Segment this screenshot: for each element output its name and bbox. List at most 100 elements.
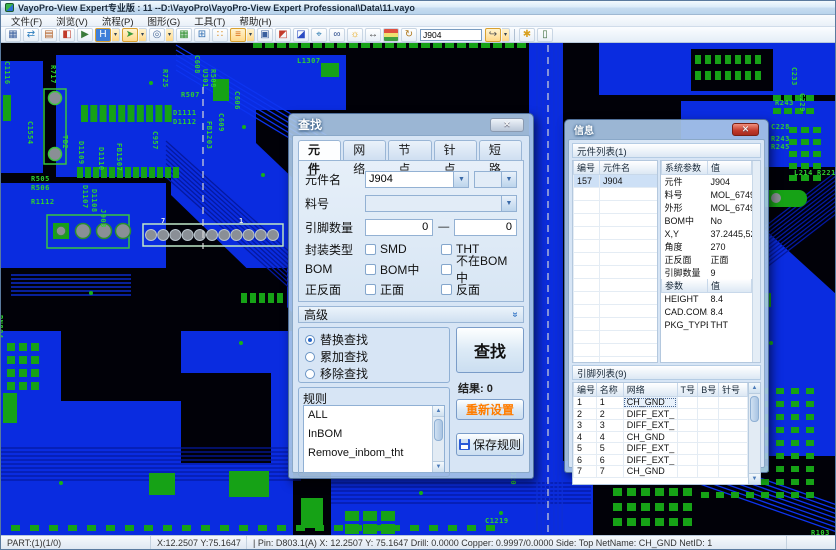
export-icon[interactable]: ⇄: [23, 28, 39, 42]
chevron-down-icon[interactable]: ▼: [501, 196, 516, 211]
front-checkbox[interactable]: [365, 284, 376, 295]
find-dialog-titlebar[interactable]: 查找 ✕: [292, 114, 530, 135]
bottom-side-icon[interactable]: ◪: [293, 28, 309, 42]
image-icon[interactable]: ◧: [59, 28, 75, 42]
double-chevron-icon[interactable]: »: [510, 312, 521, 318]
rule-item[interactable]: InBOM: [304, 425, 431, 444]
menu-process[interactable]: 流程(P): [95, 14, 141, 28]
layers-icon[interactable]: ≡: [230, 28, 246, 42]
origin-icon[interactable]: ⌖: [311, 28, 327, 42]
in-bom-checkbox[interactable]: [365, 264, 376, 275]
chevron-down-icon[interactable]: ▾: [112, 28, 120, 42]
back-checkbox[interactable]: [441, 284, 452, 295]
tab-net[interactable]: 网络: [343, 140, 386, 160]
not-in-bom-checkbox[interactable]: [441, 264, 452, 275]
table-row[interactable]: 55DIFF_EXT_: [574, 443, 748, 455]
column-header[interactable]: 元件名: [600, 161, 658, 175]
menu-tools[interactable]: 工具(T): [187, 14, 232, 28]
radio-accumulate[interactable]: [305, 352, 315, 362]
scroll-thumb[interactable]: [750, 396, 759, 422]
doc-icon[interactable]: ▯: [537, 28, 553, 42]
advanced-expander[interactable]: 高级 »: [298, 306, 524, 323]
chevron-down-icon[interactable]: ▾: [247, 28, 255, 42]
tab-short[interactable]: 短路: [479, 140, 522, 160]
chevron-down-icon[interactable]: ▾: [166, 28, 174, 42]
part-number-combo[interactable]: ▼: [365, 195, 517, 212]
pin-count-max-input[interactable]: 0: [454, 219, 517, 236]
table-row[interactable]: 元件J904: [662, 175, 752, 189]
table-row[interactable]: CAD.COM...8.4: [662, 306, 752, 319]
table-row[interactable]: PKG_TYPETHT: [662, 319, 752, 332]
mode-remove[interactable]: 移除查找: [305, 365, 443, 382]
layer-h-button[interactable]: H: [95, 28, 111, 42]
close-icon[interactable]: ✕: [490, 118, 524, 132]
table-row[interactable]: 引脚数量9: [662, 266, 752, 279]
table-row[interactable]: 外形MOL_67491-0017: [662, 201, 752, 214]
scroll-thumb[interactable]: [434, 419, 443, 441]
props-scrollbar[interactable]: [752, 161, 760, 362]
radio-replace[interactable]: [305, 335, 315, 345]
align-icon[interactable]: ⊞: [194, 28, 210, 42]
tab-node[interactable]: 节点: [388, 140, 431, 160]
film-icon[interactable]: ▶: [77, 28, 93, 42]
layer-colors-icon[interactable]: ▤: [383, 28, 399, 42]
column-header[interactable]: 名称: [596, 383, 623, 397]
table-row[interactable]: 33DIFF_EXT_: [574, 420, 748, 432]
table-row[interactable]: 157J904: [574, 175, 658, 188]
mode-replace[interactable]: 替换查找: [305, 331, 443, 348]
pin-scrollbar[interactable]: ▲ ▼: [748, 383, 760, 484]
menu-file[interactable]: 文件(F): [4, 14, 49, 28]
refresh-icon[interactable]: ↻: [401, 28, 417, 42]
table-row[interactable]: X,Y37.2445,52.9206: [662, 227, 752, 240]
menu-help[interactable]: 帮助(H): [232, 14, 278, 28]
top-side-icon[interactable]: ◩: [275, 28, 291, 42]
table-row[interactable]: 料号MOL_67491-0017: [662, 188, 752, 201]
column-header[interactable]: 编号: [574, 383, 597, 397]
chevron-down-icon[interactable]: ▾: [139, 28, 147, 42]
component-name-suffix-combo[interactable]: ▼: [474, 171, 517, 188]
table-row[interactable]: 66DIFF_EXT_: [574, 454, 748, 466]
binoculars-icon[interactable]: ∞: [329, 28, 345, 42]
rule-item[interactable]: Remove_inbom_tht: [304, 444, 431, 463]
column-header[interactable]: 参数: [662, 279, 708, 293]
smd-checkbox[interactable]: [365, 244, 376, 255]
table-row[interactable]: BOM中No: [662, 214, 752, 227]
column-header[interactable]: B号: [698, 383, 719, 397]
column-header[interactable]: 系统参数: [662, 161, 708, 175]
info-dialog-titlebar[interactable]: 信息 ✕: [568, 120, 765, 139]
table-row[interactable]: 正反面正面: [662, 253, 752, 266]
close-icon[interactable]: ✕: [732, 123, 759, 136]
tab-pin[interactable]: 针点: [434, 140, 477, 160]
table-row[interactable]: 11CH_GND: [574, 397, 748, 409]
table-row[interactable]: 44CH_GND: [574, 431, 748, 443]
column-header[interactable]: 值: [708, 161, 752, 175]
find-button[interactable]: 查找: [456, 327, 524, 373]
scroll-down-icon[interactable]: ▼: [749, 473, 760, 484]
locate-icon[interactable]: ➤: [122, 28, 138, 42]
pin-count-min-input[interactable]: 0: [365, 219, 433, 236]
scroll-down-icon[interactable]: ▼: [433, 461, 444, 472]
bulb-icon[interactable]: ☼: [347, 28, 363, 42]
chevron-down-icon[interactable]: ▼: [501, 172, 516, 187]
column-header[interactable]: T号: [677, 383, 698, 397]
column-header[interactable]: 网络: [623, 383, 677, 397]
component-search-input[interactable]: [420, 29, 482, 41]
chevron-down-icon[interactable]: ▾: [502, 28, 510, 42]
save-icon[interactable]: ▦: [5, 28, 21, 42]
zoom-icon[interactable]: ◎: [149, 28, 165, 42]
column-header[interactable]: 针号: [718, 383, 747, 397]
settings-icon[interactable]: ✱: [519, 28, 535, 42]
radio-remove[interactable]: [305, 369, 315, 379]
mode-accumulate[interactable]: 累加查找: [305, 348, 443, 365]
measure-icon[interactable]: ↔: [365, 28, 381, 42]
menu-view[interactable]: 浏览(V): [49, 14, 95, 28]
table-row[interactable]: 角度270: [662, 240, 752, 253]
find-next-icon[interactable]: ↪: [485, 28, 501, 42]
scroll-up-icon[interactable]: ▲: [433, 406, 444, 417]
menu-graphics[interactable]: 图形(G): [140, 14, 187, 28]
board-icon[interactable]: ▣: [257, 28, 273, 42]
column-header[interactable]: 编号: [574, 161, 600, 175]
tab-component[interactable]: 元件: [298, 140, 341, 160]
rules-scrollbar[interactable]: ▲ ▼: [432, 406, 444, 472]
report-icon[interactable]: ▤: [41, 28, 57, 42]
